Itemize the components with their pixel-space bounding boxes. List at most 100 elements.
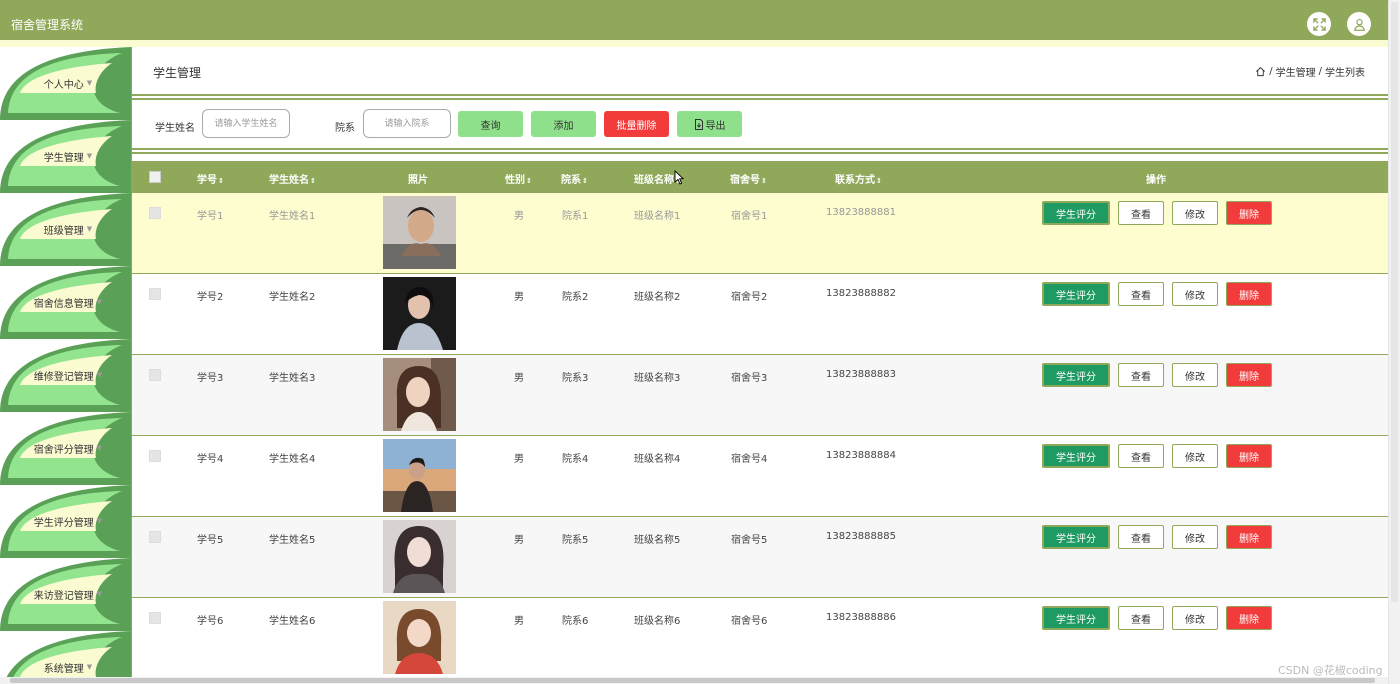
- edit-button[interactable]: 修改: [1172, 282, 1218, 306]
- cell-phone: 13823888883: [826, 369, 896, 380]
- delete-button[interactable]: 删除: [1226, 201, 1272, 225]
- delete-button[interactable]: 删除: [1226, 363, 1272, 387]
- cell-department: 院系1: [562, 211, 589, 222]
- export-icon: [694, 118, 703, 130]
- cell-department: 院系4: [562, 454, 589, 465]
- department-input[interactable]: [363, 109, 451, 138]
- cell-dorm: 宿舍号5: [731, 535, 768, 546]
- row-checkbox[interactable]: [149, 531, 161, 543]
- student-name-input[interactable]: [202, 109, 290, 138]
- add-button[interactable]: 添加: [531, 111, 596, 137]
- cell-phone: 13823888881: [826, 207, 896, 218]
- horizontal-scrollbar[interactable]: [0, 677, 1388, 684]
- sidebar-item-dorm-info-management[interactable]: 宿舍信息管理 ▼: [0, 266, 131, 339]
- sidebar-item-system-management[interactable]: 系统管理 ▼: [0, 631, 131, 677]
- table-row[interactable]: 学号2 学生姓名2 男 院系2 班级名称2 宿舍号2 13823888882 学…: [132, 274, 1388, 355]
- table-row[interactable]: 学号6 学生姓名6 男 院系6 班级名称6 宿舍号6 13823888886 学…: [132, 598, 1388, 679]
- caret-down-icon: ▼: [96, 590, 103, 598]
- view-button[interactable]: 查看: [1118, 201, 1164, 225]
- delete-button[interactable]: 删除: [1226, 525, 1272, 549]
- row-checkbox[interactable]: [149, 288, 161, 300]
- column-header-gender[interactable]: 性别⇕: [505, 171, 532, 186]
- app-title: 宿舍管理系统: [11, 18, 84, 32]
- delete-button[interactable]: 删除: [1226, 282, 1272, 306]
- view-button[interactable]: 查看: [1118, 444, 1164, 468]
- student-photo[interactable]: [383, 196, 456, 269]
- cell-department: 院系6: [562, 616, 589, 627]
- cell-class: 班级名称6: [634, 616, 681, 627]
- cell-id: 学号6: [197, 616, 224, 627]
- select-all-checkbox[interactable]: [149, 171, 161, 183]
- cell-name: 学生姓名5: [269, 535, 316, 546]
- scrollbar-thumb[interactable]: [1391, 2, 1398, 602]
- score-button[interactable]: 学生评分: [1042, 444, 1110, 468]
- sidebar-item-personal-center[interactable]: 个人中心 ▼: [0, 47, 131, 120]
- view-button[interactable]: 查看: [1118, 606, 1164, 630]
- caret-down-icon: ▼: [86, 79, 93, 87]
- student-photo[interactable]: [383, 439, 456, 512]
- fullscreen-icon[interactable]: [1307, 12, 1331, 36]
- edit-button[interactable]: 修改: [1172, 606, 1218, 630]
- score-button[interactable]: 学生评分: [1042, 525, 1110, 549]
- vertical-scrollbar[interactable]: [1388, 0, 1400, 684]
- row-checkbox[interactable]: [149, 612, 161, 624]
- view-button[interactable]: 查看: [1118, 363, 1164, 387]
- delete-button[interactable]: 删除: [1226, 444, 1272, 468]
- cell-class: 班级名称1: [634, 211, 681, 222]
- sidebar-item-dorm-score-management[interactable]: 宿舍评分管理 ▼: [0, 412, 131, 485]
- sidebar-item-student-score-management[interactable]: 学生评分管理 ▼: [0, 485, 131, 558]
- edit-button[interactable]: 修改: [1172, 525, 1218, 549]
- sidebar-item-label: 宿舍信息管理: [33, 298, 94, 310]
- home-icon[interactable]: [1255, 66, 1266, 77]
- breadcrumb-item-student-management[interactable]: 学生管理: [1276, 64, 1316, 79]
- row-checkbox[interactable]: [149, 369, 161, 381]
- caret-down-icon: ▼: [96, 444, 103, 452]
- sidebar-item-visitor-registration[interactable]: 来访登记管理 ▼: [0, 558, 131, 631]
- column-header-department[interactable]: 院系⇕: [561, 171, 588, 186]
- cell-phone: 13823888882: [826, 288, 896, 299]
- edit-button[interactable]: 修改: [1172, 363, 1218, 387]
- divider-line: [131, 148, 1388, 150]
- column-header-id[interactable]: 学号⇕: [197, 171, 224, 186]
- sidebar-item-student-management[interactable]: 学生管理 ▼: [0, 120, 131, 193]
- score-button[interactable]: 学生评分: [1042, 201, 1110, 225]
- score-button[interactable]: 学生评分: [1042, 282, 1110, 306]
- bulk-delete-button[interactable]: 批量删除: [604, 111, 669, 137]
- score-button[interactable]: 学生评分: [1042, 606, 1110, 630]
- table-row[interactable]: 学号3 学生姓名3 男 院系3 班级名称3 宿舍号3 13823888883 学…: [132, 355, 1388, 436]
- student-photo[interactable]: [383, 520, 456, 593]
- row-checkbox[interactable]: [149, 207, 161, 219]
- query-button[interactable]: 查询: [458, 111, 523, 137]
- mouse-cursor-icon: [674, 170, 684, 185]
- edit-button[interactable]: 修改: [1172, 201, 1218, 225]
- cell-gender: 男: [514, 373, 524, 384]
- delete-button[interactable]: 删除: [1226, 606, 1272, 630]
- sidebar-item-label: 宿舍评分管理: [33, 444, 94, 456]
- sort-icon: ⇕: [218, 177, 224, 185]
- sidebar-item-class-management[interactable]: 班级管理 ▼: [0, 193, 131, 266]
- student-photo[interactable]: [383, 358, 456, 431]
- view-button[interactable]: 查看: [1118, 525, 1164, 549]
- cell-phone: 13823888886: [826, 612, 896, 623]
- score-button[interactable]: 学生评分: [1042, 363, 1110, 387]
- cell-id: 学号3: [197, 373, 224, 384]
- column-header-name[interactable]: 学生姓名⇕: [269, 171, 316, 186]
- breadcrumb-separator: /: [1269, 66, 1273, 77]
- table-row[interactable]: 学号1 学生姓名1 男 院系1 班级名称1 宿舍号1 13823888881 学…: [132, 193, 1388, 274]
- sidebar-item-label: 个人中心: [43, 79, 84, 91]
- view-button[interactable]: 查看: [1118, 282, 1164, 306]
- column-header-phone[interactable]: 联系方式⇕: [835, 171, 882, 186]
- student-photo[interactable]: [383, 277, 456, 350]
- cell-phone: 13823888885: [826, 531, 896, 542]
- row-checkbox[interactable]: [149, 450, 161, 462]
- column-header-dorm[interactable]: 宿舍号⇕: [730, 171, 767, 186]
- student-photo[interactable]: [383, 601, 456, 674]
- sidebar-item-repair-registration[interactable]: 维修登记管理 ▼: [0, 339, 131, 412]
- export-button[interactable]: 导出: [677, 111, 742, 137]
- scrollbar-thumb[interactable]: [10, 678, 1375, 683]
- table-row[interactable]: 学号4 学生姓名4 男 院系4 班级名称4 宿舍号4 13823888884 学…: [132, 436, 1388, 517]
- table-row[interactable]: 学号5 学生姓名5 男 院系5 班级名称5 宿舍号5 13823888885 学…: [132, 517, 1388, 598]
- edit-button[interactable]: 修改: [1172, 444, 1218, 468]
- user-icon[interactable]: [1347, 12, 1371, 36]
- sort-icon: ⇕: [526, 177, 532, 185]
